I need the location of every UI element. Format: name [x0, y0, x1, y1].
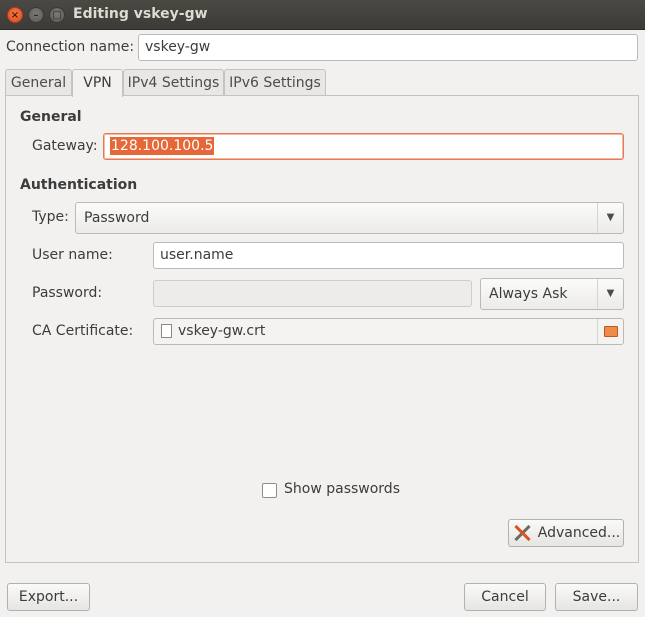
advanced-button-label: Advanced...	[537, 525, 621, 541]
authentication-heading: Authentication	[20, 177, 138, 193]
cancel-button[interactable]: Cancel	[464, 583, 546, 611]
type-label: Type:	[32, 209, 69, 225]
tab-ipv6-settings[interactable]: IPv6 Settings	[224, 69, 326, 96]
close-icon[interactable]: ×	[7, 7, 23, 23]
gateway-input[interactable]: 128.100.100.5	[103, 133, 624, 160]
ca-certificate-chooser[interactable]: vskey-gw.crt	[153, 318, 624, 345]
maximize-icon[interactable]: □	[49, 7, 65, 23]
password-mode-combo[interactable]: Always Ask ▼	[480, 278, 624, 310]
advanced-button[interactable]: Advanced...	[508, 519, 624, 547]
connection-name-label: Connection name:	[6, 39, 135, 55]
auth-type-combo[interactable]: Password ▼	[75, 202, 624, 234]
gateway-value: 128.100.100.5	[110, 137, 215, 155]
tab-vpn[interactable]: VPN	[72, 69, 123, 97]
tab-general[interactable]: General	[5, 69, 72, 96]
connection-name-input[interactable]: vskey-gw	[138, 34, 638, 61]
gateway-label: Gateway:	[32, 138, 98, 154]
user-name-input[interactable]: user.name	[153, 242, 624, 269]
show-passwords-checkbox[interactable]	[262, 483, 277, 498]
chevron-down-icon: ▼	[597, 279, 623, 309]
minimize-icon[interactable]: –	[28, 7, 44, 23]
chevron-down-icon: ▼	[597, 203, 623, 233]
auth-type-value: Password	[84, 210, 150, 226]
ca-certificate-value: vskey-gw.crt	[178, 323, 266, 339]
tab-ipv4-settings[interactable]: IPv4 Settings	[123, 69, 224, 96]
user-name-label: User name:	[32, 247, 113, 263]
password-input[interactable]	[153, 280, 472, 307]
tools-icon	[512, 524, 532, 542]
show-passwords-label[interactable]: Show passwords	[284, 481, 400, 497]
save-button[interactable]: Save...	[555, 583, 638, 611]
password-mode-value: Always Ask	[489, 286, 568, 302]
export-button[interactable]: Export...	[7, 583, 90, 611]
ca-certificate-label: CA Certificate:	[32, 323, 134, 339]
title-bar: × – □ Editing vskey-gw	[0, 0, 645, 30]
document-icon	[161, 324, 172, 338]
folder-open-icon[interactable]	[597, 319, 623, 344]
window-title: Editing vskey-gw	[73, 6, 208, 22]
general-heading: General	[20, 109, 82, 125]
password-label: Password:	[32, 285, 103, 301]
